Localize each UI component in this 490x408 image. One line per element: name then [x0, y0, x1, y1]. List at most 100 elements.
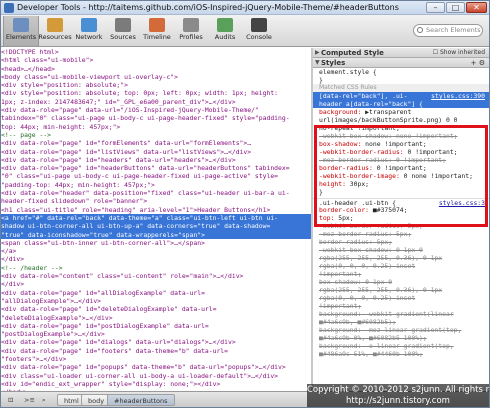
- elements-tree[interactable]: <!DOCTYPE html> <html class="ui-mobile"> …: [1, 48, 311, 391]
- dom-node-line[interactable]: <a href="#" data-rel="back" data-theme="…: [1, 213, 311, 223]
- dom-node-line[interactable]: header-fixed slidedown" role="banner">: [1, 197, 311, 205]
- rule1-source-link[interactable]: styles.css:390: [431, 92, 485, 100]
- dom-node-line[interactable]: <body class="ui-mobile-viewport ui-overl…: [1, 73, 311, 81]
- css-declaration[interactable]: ■#486a9c 51%, ■#4460b 100%;: [313, 350, 489, 358]
- devtools-window: Developer Tools - http://taitems.github.…: [0, 0, 490, 408]
- breadcrumb-headerbuttons[interactable]: #headerButtons: [107, 394, 175, 406]
- dom-node-line[interactable]: <div data-role="page" data-url="/iOS-Ins…: [1, 106, 311, 114]
- dom-node-line[interactable]: <div data-role="page" id="dialogs" data-…: [1, 338, 311, 346]
- styles-header[interactable]: ▼ Styles + ⚙: [313, 58, 489, 68]
- collapse-triangle-icon: ▶: [315, 49, 320, 56]
- dom-node-line[interactable]: <h1 class="ui-title" role="heading" aria…: [1, 206, 311, 214]
- css-property: background:: [319, 326, 362, 334]
- css-value: -webkit-gradient(linear: [361, 310, 454, 318]
- dom-node-line[interactable]: </div>: [1, 280, 311, 288]
- console-toggle-button[interactable]: >≡: [21, 394, 38, 406]
- dom-node-line[interactable]: <div data-role="page" id="postDialogExam…: [1, 322, 311, 330]
- dom-node-line[interactable]: <!-- page -->: [1, 131, 311, 139]
- dom-node-line[interactable]: <div data-role="content" class="ui-conte…: [1, 272, 311, 280]
- css-value: 0 1px 0: [392, 246, 423, 254]
- tab-profiles[interactable]: Profiles: [173, 16, 209, 46]
- css-value: rgba(255, 255, 255, 0.36), 0 1px: [319, 254, 443, 262]
- css-declaration[interactable]: background: -moz-linear-gradient(top,: [313, 326, 489, 334]
- add-rule-icon[interactable]: + ⚙: [471, 58, 485, 68]
- tab-audits[interactable]: Audits: [207, 16, 243, 46]
- dom-node-line[interactable]: <div class="ui-loader ui-corner-all ui-b…: [1, 372, 311, 380]
- dom-node-line[interactable]: 1px; z-index: 2147483647;" id="_GPL_e6a0…: [1, 98, 311, 106]
- css-declaration[interactable]: url(images/backButtonSprite.png) 0 0: [313, 116, 489, 124]
- element-style-rule[interactable]: element.style {: [313, 68, 489, 76]
- dom-node-line[interactable]: <div data-role="page" id="headerButtons"…: [1, 164, 311, 172]
- tab-label: Elements: [5, 33, 37, 41]
- dom-node-line[interactable]: <div data-role="page" id="deleteDialogEx…: [1, 305, 311, 313]
- show-inherited-checkbox[interactable]: ☐ Show inherited: [433, 48, 485, 58]
- dom-node-line[interactable]: <div data-role="page" id="listViews" dat…: [1, 148, 311, 156]
- dom-node-line[interactable]: "deleteDialogExample">…</div>: [1, 314, 311, 322]
- css-value: rgba(0, 0, 0, 0.25) inset: [319, 294, 416, 302]
- element-style-close: }: [319, 76, 323, 84]
- dom-node-line[interactable]: <div data-role="page" id="footers" data-…: [1, 347, 311, 355]
- dom-node-line[interactable]: "allDialogExample">…</div>: [1, 297, 311, 305]
- search-placeholder: Search Elements: [426, 26, 481, 34]
- css-property: -moz-border-radius:: [319, 230, 393, 238]
- css-declaration[interactable]: rgba(255, 255, 255, 0.36), 0 1px: [313, 254, 489, 262]
- dom-node-line[interactable]: tabindex="0" class="ui-page ui-body-c ui…: [1, 114, 311, 122]
- panel-toolbar: Elements Resources Network Sources Timeline P…: [1, 15, 489, 47]
- dom-node-line[interactable]: "postDialogExample">…</div>: [1, 330, 311, 338]
- dom-node-line[interactable]: top: 44px; min-height: 457px;">: [1, 123, 311, 131]
- dom-node-line[interactable]: </a>: [1, 247, 311, 255]
- css-declaration[interactable]: -moz-border-radius: 5px;: [313, 230, 489, 238]
- search-input[interactable]: Search Elements: [413, 24, 483, 37]
- dom-node-line[interactable]: <div data-role="page" id="formElements" …: [1, 139, 311, 147]
- minimize-button[interactable]: –: [426, 2, 445, 13]
- rule1-selector-line2[interactable]: header a[data-rel="back"] {: [313, 100, 489, 108]
- tab-network[interactable]: Network: [71, 16, 107, 46]
- css-declaration[interactable]: rgba(0, 0, 0, 0.25) inset: [313, 294, 489, 302]
- close-button[interactable]: ✕: [466, 2, 487, 13]
- dom-node-line[interactable]: </div>: [1, 255, 311, 263]
- css-value: !important;: [319, 270, 362, 278]
- dom-node-line[interactable]: <div style="position: absolute; top: 0px…: [1, 89, 311, 97]
- dom-node-line[interactable]: <span class="ui-btn-inner ui-btn-corner-…: [1, 239, 311, 247]
- maximize-button[interactable]: □: [446, 2, 465, 13]
- dom-node-line[interactable]: <!DOCTYPE html>: [1, 48, 311, 56]
- dom-node-line[interactable]: <div data-role="header" data-position="f…: [1, 189, 311, 197]
- tab-elements[interactable]: Elements: [3, 16, 39, 46]
- dom-node-line[interactable]: <div data-role="page" id="allDialogExamp…: [1, 289, 311, 297]
- css-declaration[interactable]: box-shadow: 0 1px 0: [313, 278, 489, 286]
- css-declaration[interactable]: background: -o-linear-gradient(top,: [313, 342, 489, 350]
- search-icon[interactable]: ⌕: [39, 394, 49, 406]
- tab-resources[interactable]: Resources: [37, 16, 73, 46]
- css-declaration[interactable]: !important;: [313, 270, 489, 278]
- dom-node-line[interactable]: <div data-role="page" id="headers" data-…: [1, 156, 311, 164]
- tab-console[interactable]: Console: [241, 16, 277, 46]
- computed-style-header[interactable]: ▶ Computed Style ☐ Show inherited: [313, 48, 489, 58]
- dom-node-line[interactable]: <html class="ui-mobile">: [1, 56, 311, 64]
- css-declaration[interactable]: ■#4a6c9b 0%, ■#6082b5 100%);: [313, 334, 489, 342]
- dom-node-line[interactable]: "padding-top: 44px; min-height: 457px;">: [1, 181, 311, 189]
- css-declaration[interactable]: rgba(0, 0, 0, 0.25) inset: [313, 262, 489, 270]
- rule1-selector[interactable]: [data-rel="back"], .ui-styles.css:390: [313, 92, 489, 100]
- tab-sources[interactable]: Sources: [105, 16, 141, 46]
- dom-node-line[interactable]: <div id="endic_ext_wrapper" style="displ…: [1, 380, 311, 388]
- dom-node-line[interactable]: <div style="position: absolute;">: [1, 81, 311, 89]
- dom-node-line[interactable]: "0" class="ui-page ui-body-c ui-page-hea…: [1, 172, 311, 180]
- tab-timeline[interactable]: Timeline: [139, 16, 175, 46]
- css-declaration[interactable]: !important;: [313, 302, 489, 310]
- css-declaration[interactable]: rgba(255, 255, 255, 0.36), 0 1px: [313, 286, 489, 294]
- dom-node-line[interactable]: <!-- /header -->: [1, 264, 311, 272]
- css-declaration[interactable]: background: -webkit-gradient(linear: [313, 310, 489, 318]
- window-title: Developer Tools - http://taitems.github.…: [17, 3, 399, 12]
- css-value: 5px;: [392, 230, 412, 238]
- dom-node-line[interactable]: <head>…</head>: [1, 65, 311, 73]
- dom-node-line[interactable]: shadow ui-btn-corner-all ui-btn-up-a" da…: [1, 222, 311, 231]
- network-icon: [81, 18, 97, 32]
- dock-button[interactable]: ⊡: [5, 394, 16, 406]
- dom-node-line[interactable]: "footers">…</div>: [1, 355, 311, 363]
- css-declaration[interactable]: background: ▶transparent: [313, 108, 489, 116]
- css-declaration[interactable]: -webkit-box-shadow: 0 1px 0: [313, 246, 489, 254]
- dom-node-line[interactable]: "true" data-iconshadow="true" data-wrapp…: [1, 230, 311, 239]
- css-declaration[interactable]: ■#4a6c9b, ■#6082b5);: [313, 318, 489, 326]
- css-declaration[interactable]: border-radius: 5px;: [313, 238, 489, 246]
- dom-node-line[interactable]: <div data-role="page" id="popups" data-t…: [1, 363, 311, 371]
